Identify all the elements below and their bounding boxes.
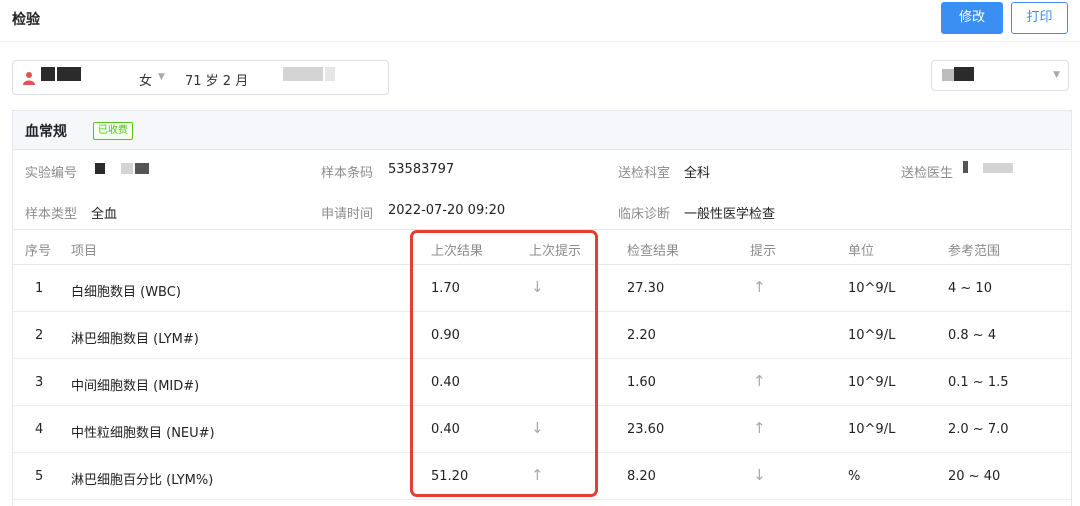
cell-item: 白细胞数目 (WBC) [71, 285, 181, 300]
cell-result: 2.20 [627, 328, 656, 343]
cell-unit: 10^9/L [848, 375, 896, 390]
cell-unit: 10^9/L [848, 422, 896, 437]
redacted-info [325, 67, 335, 81]
diagnosis-label: 临床诊断 [618, 207, 671, 222]
cell-no: 5 [35, 469, 44, 484]
cell-item: 淋巴细胞百分比 (LYM%) [71, 473, 214, 488]
col-no: 序号 [25, 244, 52, 259]
cell-item: 中性粒细胞数目 (NEU#) [71, 426, 215, 441]
col-unit: 单位 [848, 244, 875, 259]
arrow-down-icon: ↓ [753, 466, 766, 484]
cell-unit: 10^9/L [848, 328, 896, 343]
cell-no: 4 [35, 422, 44, 437]
doctor-label: 送检医生 [901, 166, 954, 181]
dept-value: 全科 [684, 166, 711, 181]
print-button[interactable]: 打印 [1011, 2, 1068, 34]
cell-unit: 10^9/L [848, 281, 896, 296]
record-select[interactable]: ▼ [931, 60, 1069, 91]
redacted-select-value [954, 67, 974, 81]
lab-no-label: 实验编号 [25, 166, 78, 181]
cell-range: 20 ~ 40 [948, 469, 1001, 484]
request-time-value: 2022-07-20 09:20 [388, 203, 506, 218]
col-result: 检查结果 [627, 244, 680, 259]
gender-dropdown-icon[interactable]: ▼ [158, 72, 165, 82]
cell-item: 中间细胞数目 (MID#) [71, 379, 200, 394]
cell-no: 3 [35, 375, 44, 390]
dept-label: 送检科室 [618, 166, 671, 181]
col-range: 参考范围 [948, 244, 1001, 259]
redacted-doctor [963, 161, 968, 173]
edit-button[interactable]: 修改 [941, 2, 1003, 34]
request-time-label: 申请时间 [321, 207, 374, 222]
redacted-info [283, 67, 323, 81]
arrow-up-icon: ↑ [753, 278, 766, 296]
highlight-box [410, 230, 598, 497]
redacted-lab-no [135, 163, 149, 174]
redacted-lab-no [95, 163, 105, 174]
arrow-up-icon: ↑ [753, 372, 766, 390]
col-hint: 提示 [750, 244, 777, 259]
barcode-label: 样本条码 [321, 166, 374, 181]
cell-no: 2 [35, 328, 44, 343]
redacted-select-value [942, 69, 954, 81]
redacted-name [57, 67, 81, 81]
patient-selector[interactable]: 女 ▼ 71 岁 2 月 [12, 60, 389, 95]
cell-result: 27.30 [627, 281, 665, 296]
paid-badge: 已收费 [93, 122, 133, 140]
redacted-doctor [983, 163, 1013, 173]
cell-unit: % [848, 469, 861, 484]
page-header: 检验 修改 打印 [0, 0, 1080, 42]
arrow-up-icon: ↑ [753, 419, 766, 437]
cell-range: 0.8 ~ 4 [948, 328, 997, 343]
cell-range: 0.1 ~ 1.5 [948, 375, 1009, 390]
exam-title: 血常规 [25, 124, 67, 140]
cell-item: 淋巴细胞数目 (LYM#) [71, 332, 199, 347]
chevron-down-icon[interactable]: ▼ [1053, 70, 1060, 80]
patient-gender: 女 [139, 74, 153, 89]
sample-type-label: 样本类型 [25, 207, 78, 222]
card-header: 血常规 已收费 [13, 111, 1071, 150]
col-item: 项目 [71, 244, 98, 259]
cell-range: 4 ~ 10 [948, 281, 992, 296]
cell-result: 8.20 [627, 469, 656, 484]
diagnosis-value: 一般性医学检查 [684, 207, 776, 222]
redacted-name [41, 67, 55, 81]
cell-range: 2.0 ~ 7.0 [948, 422, 1009, 437]
cell-result: 23.60 [627, 422, 665, 437]
redacted-lab-no [121, 163, 133, 174]
page-title: 检验 [12, 12, 40, 28]
cell-no: 1 [35, 281, 44, 296]
person-icon [23, 72, 35, 85]
patient-age: 71 岁 2 月 [185, 74, 249, 89]
barcode-value: 53583797 [388, 162, 455, 177]
cell-result: 1.60 [627, 375, 656, 390]
sample-type-value: 全血 [91, 207, 118, 222]
